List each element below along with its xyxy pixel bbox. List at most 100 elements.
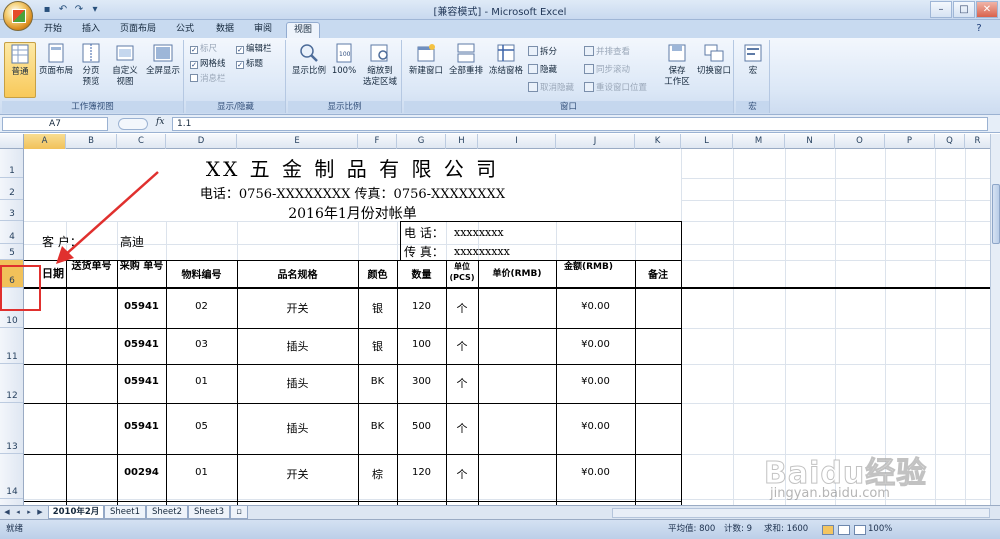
column-header-c[interactable]: C [117, 134, 166, 149]
column-header-r[interactable]: R [965, 134, 990, 149]
help-icon[interactable]: ? [972, 22, 986, 36]
cell-product[interactable]: 开关 [237, 300, 358, 316]
tab-view[interactable]: 视图 [286, 22, 320, 38]
maximize-icon[interactable]: □ [953, 1, 975, 18]
row-header-11[interactable]: 11 [0, 328, 23, 364]
zoom-to-selection-button[interactable]: 缩放到 选定区域 [360, 42, 400, 98]
cell-amount[interactable]: ¥0.00 [556, 421, 635, 432]
cell-color[interactable]: 银 [358, 338, 397, 354]
row-header-14[interactable]: 14 [0, 454, 23, 499]
row-header-13[interactable]: 13 [0, 403, 23, 454]
cell-po[interactable]: 00294 [117, 467, 166, 478]
cell-po[interactable]: 05941 [117, 376, 166, 387]
zoom-button[interactable]: 显示比例 [290, 42, 328, 98]
cell-qty[interactable]: 500 [397, 421, 446, 432]
hide-button[interactable]: 隐藏 [528, 64, 557, 76]
page-break-status-icon[interactable] [854, 525, 866, 535]
tab-insert[interactable]: 插入 [76, 22, 106, 38]
full-screen-button[interactable]: 全屏显示 [144, 42, 182, 98]
close-icon[interactable]: ✕ [976, 1, 998, 18]
column-header-b[interactable]: B [66, 134, 117, 149]
cell-color[interactable]: BK [358, 421, 397, 432]
column-header-h[interactable]: H [446, 134, 478, 149]
cell-po[interactable]: 05941 [117, 421, 166, 432]
status-zoom[interactable]: 100% [868, 523, 892, 535]
cell-product[interactable]: 开关 [237, 466, 358, 482]
next-sheet-icon[interactable]: ▸ [24, 507, 34, 518]
split-button[interactable]: 拆分 [528, 46, 557, 58]
first-sheet-icon[interactable]: ◀ [2, 507, 12, 518]
cell-item-no[interactable]: 01 [166, 376, 237, 387]
cell-product[interactable]: 插头 [237, 375, 358, 391]
cell-qty[interactable]: 300 [397, 376, 446, 387]
cell-amount[interactable]: ¥0.00 [556, 301, 635, 312]
minimize-icon[interactable]: – [930, 1, 952, 18]
freeze-panes-button[interactable]: 冻结窗格 [486, 42, 526, 98]
row-header-4[interactable]: 4 [0, 221, 23, 244]
cell-unit[interactable]: 个 [446, 466, 478, 482]
side-by-side-button[interactable]: 并排查看 [584, 46, 630, 58]
cell-unit[interactable]: 个 [446, 375, 478, 391]
arrange-all-button[interactable]: 全部重排 [446, 42, 486, 98]
page-break-preview-button[interactable]: 分页 预览 [76, 42, 106, 98]
cell-po[interactable]: 05941 [117, 301, 166, 312]
column-header-a[interactable]: A [24, 134, 66, 149]
sheet-tab-sheet1[interactable]: Sheet1 [104, 506, 146, 519]
cell-color[interactable]: 棕 [358, 466, 397, 482]
column-header-e[interactable]: E [237, 134, 358, 149]
cell-qty[interactable]: 120 [397, 467, 446, 478]
row-header-1[interactable]: 1 [0, 149, 23, 178]
cell-qty[interactable]: 120 [397, 301, 446, 312]
column-header-l[interactable]: L [681, 134, 733, 149]
cell-po[interactable]: 05941 [117, 339, 166, 350]
insert-function-icon[interactable]: fx [156, 117, 170, 127]
column-header-m[interactable]: M [733, 134, 785, 149]
cell-amount[interactable]: ¥0.00 [556, 467, 635, 478]
horizontal-scrollbar[interactable] [612, 508, 990, 518]
column-header-f[interactable]: F [358, 134, 397, 149]
cell-item-no[interactable]: 01 [166, 467, 237, 478]
tab-home[interactable]: 开始 [38, 22, 68, 38]
sheet-tab-sheet3[interactable]: Sheet3 [188, 506, 230, 519]
cell-product[interactable]: 插头 [237, 338, 358, 354]
column-header-p[interactable]: P [885, 134, 935, 149]
macros-button[interactable]: 宏 [738, 42, 768, 98]
custom-views-button[interactable]: 自定义 视图 [108, 42, 142, 98]
cell-qty[interactable]: 100 [397, 339, 446, 350]
ruler-checkbox[interactable]: ✓ 标尺 [190, 44, 217, 55]
row-header-12[interactable]: 12 [0, 364, 23, 403]
sync-scroll-button[interactable]: 同步滚动 [584, 64, 630, 76]
cell-product[interactable]: 插头 [237, 420, 358, 436]
tab-formulas[interactable]: 公式 [170, 22, 200, 38]
vertical-scroll-thumb[interactable] [992, 184, 1000, 244]
message-bar-checkbox[interactable]: 消息栏 [190, 74, 226, 85]
sheet-tab-feb-2010[interactable]: 2010年2月 [48, 506, 104, 519]
formula-bar-collapse[interactable] [118, 118, 148, 130]
save-workspace-button[interactable]: 保存 工作区 [660, 42, 694, 98]
normal-view-status-icon[interactable] [822, 525, 834, 535]
new-window-button[interactable]: 新建窗口 [406, 42, 446, 98]
row-header-2[interactable]: 2 [0, 178, 23, 200]
cell-unit[interactable]: 个 [446, 338, 478, 354]
name-box[interactable]: A7 [2, 117, 108, 131]
cell-color[interactable]: 银 [358, 300, 397, 316]
unhide-button[interactable]: 取消隐藏 [528, 82, 574, 94]
column-header-j[interactable]: J [556, 134, 635, 149]
gridlines-checkbox[interactable]: ✓ 网格线 [190, 59, 226, 70]
cell-item-no[interactable]: 03 [166, 339, 237, 350]
formula-input[interactable]: 1.1 [172, 117, 988, 131]
normal-view-button[interactable]: 普通 [4, 42, 36, 98]
tab-page-layout[interactable]: 页面布局 [114, 22, 162, 38]
tab-data[interactable]: 数据 [208, 22, 242, 38]
sheet-tab-sheet2[interactable]: Sheet2 [146, 506, 188, 519]
last-sheet-icon[interactable]: ▶ [35, 507, 45, 518]
reset-position-button[interactable]: 重设窗口位置 [584, 82, 647, 94]
column-header-i[interactable]: I [478, 134, 556, 149]
insert-sheet-icon[interactable]: ▫ [230, 506, 248, 519]
zoom-100-button[interactable]: 100 100% [330, 42, 358, 98]
cell-item-no[interactable]: 02 [166, 301, 237, 312]
headings-checkbox[interactable]: ✓ 标题 [236, 59, 263, 70]
column-header-q[interactable]: Q [935, 134, 965, 149]
cell-amount[interactable]: ¥0.00 [556, 339, 635, 350]
cell-color[interactable]: BK [358, 376, 397, 387]
